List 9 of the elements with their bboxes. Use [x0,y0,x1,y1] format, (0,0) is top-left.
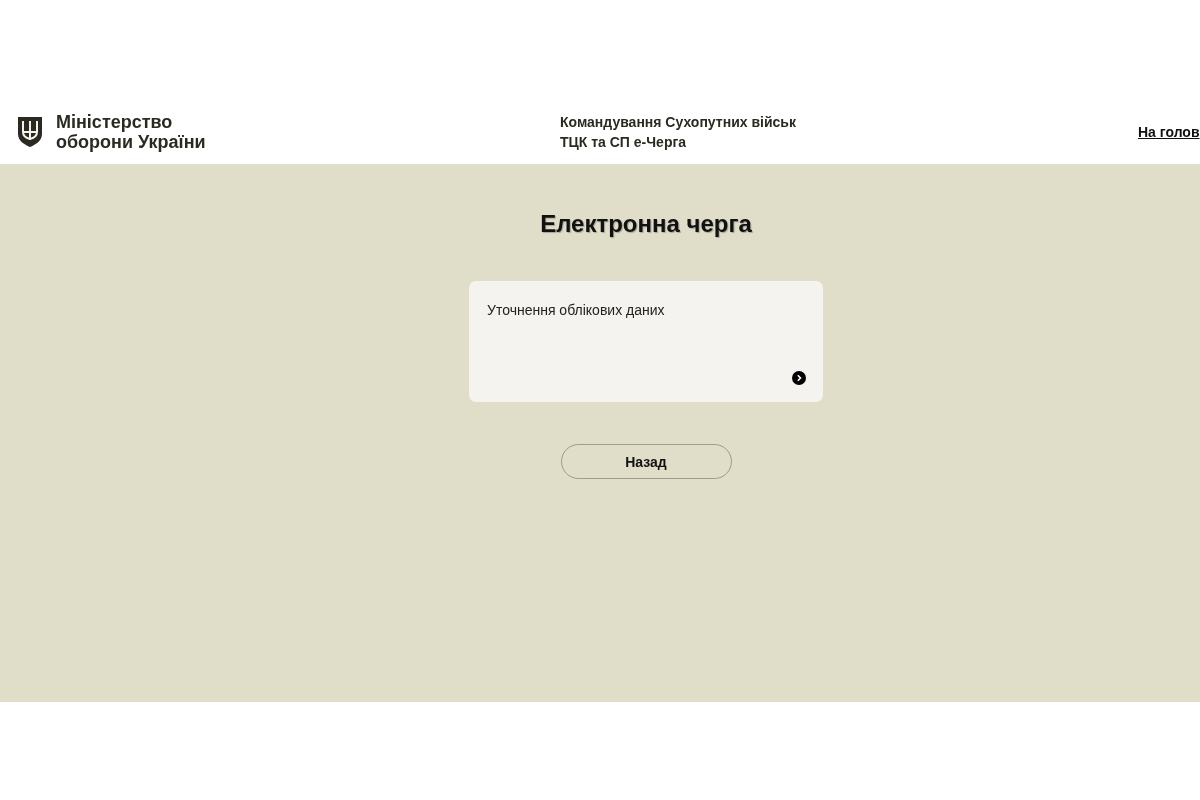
page-title: Електронна черга [540,209,752,239]
ministry-name[interactable]: Міністерство оборони України [56,112,206,152]
chevron-right-circle-icon[interactable] [792,371,806,385]
shield-trident-icon[interactable] [18,117,42,147]
service-name: ТЦК та СП е-Черга [560,134,687,150]
command-name: Командування Сухопутних військ [560,114,796,130]
service-card[interactable]: Уточнення облікових даних [469,281,823,402]
home-link[interactable]: На голов [1138,124,1200,140]
service-title: Уточнення облікових даних [487,302,665,318]
